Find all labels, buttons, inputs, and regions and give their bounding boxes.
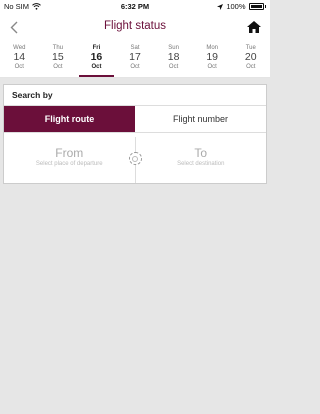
route-fields: From Select place of departure To Select… [4, 137, 266, 183]
date-month: Oct [207, 64, 217, 70]
date-item-16-selected[interactable]: Fri 16 Oct [77, 42, 116, 77]
date-item-19[interactable]: Mon 19 Oct [193, 42, 232, 77]
date-month: Oct [53, 64, 63, 70]
date-day: 18 [167, 51, 180, 63]
from-placeholder: Select place of departure [35, 161, 103, 167]
date-month: Oct [91, 64, 102, 70]
date-item-14[interactable]: Wed 14 Oct [0, 42, 39, 77]
date-item-15[interactable]: Thu 15 Oct [39, 42, 78, 77]
battery-tip [264, 5, 266, 8]
date-day: 20 [244, 51, 257, 63]
search-mode-tabs: Flight route Flight number [4, 105, 266, 133]
tab-flight-number[interactable]: Flight number [135, 106, 266, 132]
date-selector: Wed 14 Oct Thu 15 Oct Fri 16 Oct Sat 17 … [0, 42, 270, 78]
to-placeholder: Select destination [177, 161, 225, 167]
date-month: Oct [14, 64, 24, 70]
date-day: 19 [206, 51, 219, 63]
date-day: 16 [90, 51, 103, 63]
battery-icon [248, 3, 264, 10]
date-item-17[interactable]: Sat 17 Oct [116, 42, 155, 77]
page-title: Flight status [104, 20, 166, 32]
to-field[interactable]: To Select destination [136, 137, 267, 183]
date-month: Oct [246, 64, 256, 70]
date-month: Oct [130, 64, 140, 70]
from-field[interactable]: From Select place of departure [4, 137, 135, 183]
date-item-18[interactable]: Sun 18 Oct [154, 42, 193, 77]
date-month: Oct [168, 64, 179, 70]
date-day: 15 [52, 51, 64, 63]
from-label: From [55, 146, 84, 160]
to-label: To [194, 146, 208, 160]
date-day: 14 [13, 51, 26, 63]
swap-route-icon[interactable] [128, 152, 142, 165]
route-divider [128, 137, 142, 183]
home-icon [247, 21, 261, 33]
date-day: 17 [129, 51, 141, 63]
status-bar: No SIM 6:32 PM 100% [0, 0, 270, 12]
search-card: Search by Flight route Flight number Fro… [3, 84, 267, 184]
search-by-label: Search by [12, 90, 53, 100]
tab-flight-route[interactable]: Flight route [4, 106, 135, 132]
header: Flight status [0, 12, 270, 42]
location-arrow-icon [217, 3, 224, 10]
battery-percent: 100% [226, 2, 246, 11]
home-button[interactable] [246, 19, 262, 35]
date-item-20[interactable]: Tue 20 Oct [231, 42, 270, 77]
